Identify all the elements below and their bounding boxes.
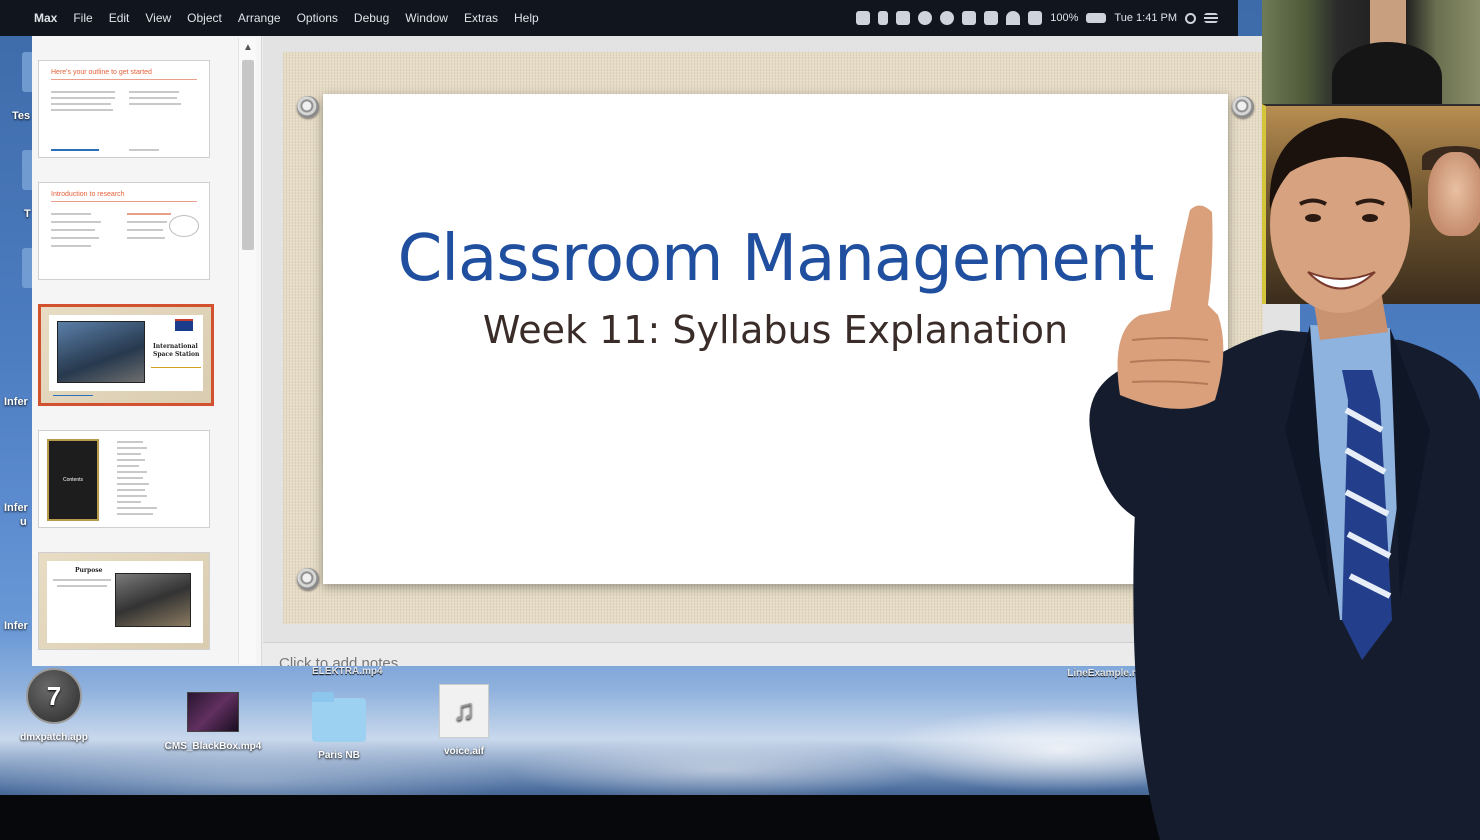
m-status-icon[interactable]	[940, 11, 955, 25]
slide-thumbnail-3[interactable]: International Space Station	[38, 304, 214, 406]
shield-icon[interactable]	[962, 11, 977, 25]
desktop-icon-dmxpatch[interactable]: 7 dmxpatch.app	[14, 668, 94, 743]
music-note-icon: ♫	[439, 684, 489, 738]
desktop-icon-video[interactable]: CMS_BlackBox.mp4	[160, 692, 266, 753]
folder-icon	[312, 692, 366, 742]
pin-icon	[297, 96, 319, 118]
network-diagram-icon	[169, 215, 199, 237]
desktop-edge-label[interactable]: Infer	[4, 502, 28, 514]
notification-center-icon[interactable]	[1204, 13, 1218, 23]
menu-bar: Max File Edit View Object Arrange Option…	[0, 0, 1238, 36]
scroll-up-arrow-icon[interactable]: ▲	[239, 38, 257, 58]
presenter-thumbs-up-image	[1089, 118, 1480, 840]
slide-thumbnail-5[interactable]: Purpose	[38, 552, 210, 650]
desktop-edge-label[interactable]: Tes	[12, 110, 30, 122]
desktop-icon-label: voice.aif	[443, 746, 485, 757]
thumbnail-title: Here's your outline to get started	[51, 69, 152, 76]
notes-placeholder[interactable]: Click to add notes	[279, 655, 398, 666]
slide-thumbnail-4[interactable]: Contents	[38, 430, 210, 528]
logo-badge-icon	[175, 319, 193, 331]
status-area: 100% Tue 1:41 PM	[856, 11, 1238, 25]
menu-clock[interactable]: Tue 1:41 PM	[1114, 12, 1177, 24]
menu-window[interactable]: Window	[397, 11, 456, 25]
menu-object[interactable]: Object	[179, 11, 230, 25]
menu-app-max[interactable]: Max	[26, 11, 65, 25]
desktop-edge-label[interactable]: u	[20, 516, 27, 528]
slide-thumbnail-2[interactable]: Introduction to research	[38, 182, 210, 280]
menu-view[interactable]: View	[137, 11, 179, 25]
pin-icon	[297, 568, 319, 590]
link-icon[interactable]	[984, 11, 999, 25]
thumbnail-title: Contents	[62, 477, 83, 483]
battery-percent[interactable]: 100%	[1050, 12, 1078, 24]
record-icon[interactable]	[918, 11, 933, 25]
menu-options[interactable]: Options	[289, 11, 346, 25]
max-app-icon: 7	[26, 668, 82, 724]
dropbox-icon[interactable]	[896, 11, 911, 25]
contents-box: Contents	[47, 439, 99, 521]
thumbnail-title: International Space Station	[153, 343, 200, 358]
video-thumbnail-icon	[187, 692, 239, 732]
desktop-icon-audio[interactable]: ♫ voice.aif	[432, 684, 496, 757]
menu-file[interactable]: File	[65, 11, 100, 25]
thumbnail-title: Purpose	[75, 567, 103, 574]
desktop-edge-label[interactable]: Infer	[4, 620, 28, 632]
menu-edit[interactable]: Edit	[101, 11, 138, 25]
slide-thumbnail-1[interactable]: Here's your outline to get started	[38, 60, 210, 158]
spotlight-search-icon[interactable]	[1185, 12, 1196, 24]
webcam-feed-1	[1262, 0, 1480, 104]
navigator-scrollbar[interactable]: ▲	[238, 38, 256, 664]
desktop-icon-label: dmxpatch.app	[20, 732, 88, 743]
menu-debug[interactable]: Debug	[346, 11, 397, 25]
menu-help[interactable]: Help	[506, 11, 547, 25]
desktop-icon-label: Paris NB	[318, 750, 360, 761]
status-app-icon[interactable]	[856, 11, 871, 25]
desktop-edge-label[interactable]: T	[24, 208, 31, 220]
desktop-edge-label[interactable]: Infer	[4, 396, 28, 408]
volume-icon[interactable]	[1028, 11, 1043, 25]
wifi-icon[interactable]	[1006, 11, 1021, 25]
desktop-file-label[interactable]: ELEKTRA.mp4	[312, 666, 383, 677]
battery-icon[interactable]	[1086, 13, 1107, 23]
desktop-icon-label: CMS_BlackBox.mp4	[164, 741, 262, 752]
menu-arrange[interactable]: Arrange	[230, 11, 289, 25]
slide-navigator: Here's your outline to get started Intro…	[32, 36, 262, 666]
menu-extras[interactable]: Extras	[456, 11, 506, 25]
slide-photo	[115, 573, 191, 627]
cursor-icon[interactable]	[878, 11, 889, 25]
desktop-icon-folder[interactable]: Paris NB	[304, 692, 374, 761]
thumbnail-title: Introduction to research	[51, 191, 125, 198]
space-station-image	[57, 321, 145, 383]
scrollbar-thumb[interactable]	[242, 60, 254, 250]
